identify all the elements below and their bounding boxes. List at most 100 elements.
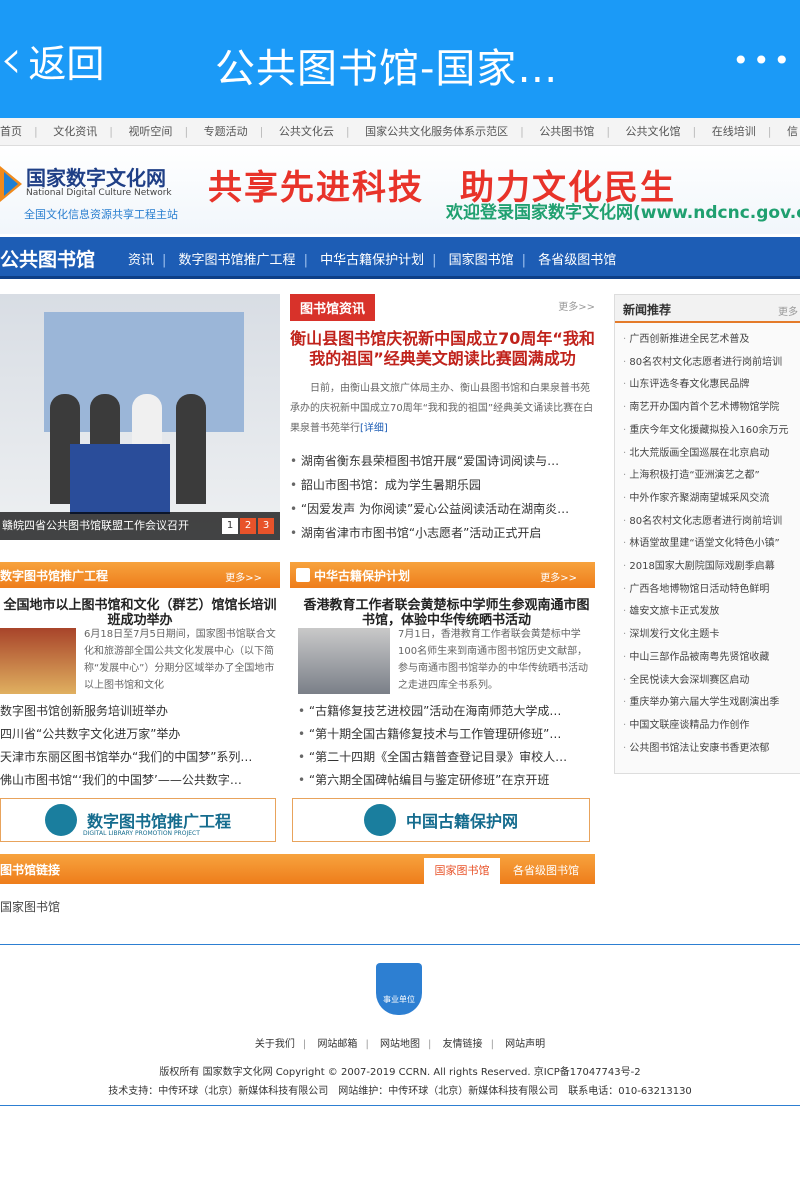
list-item[interactable]: 林语堂故里建“语堂文化特色小镇” <box>615 533 800 556</box>
copyright: 版权所有 国家数字文化网 Copyright © 2007-2019 CCRN.… <box>159 1067 641 1078</box>
list-item[interactable]: 韶山市图书馆：成为学生暑期乐园 <box>290 473 595 497</box>
footer-link-friends[interactable]: 友情链接 <box>443 1039 483 1050</box>
back-button[interactable]: ‹ 返回 <box>0 30 104 90</box>
section-tag: 图书馆资讯 <box>290 294 376 321</box>
sidebar-more[interactable]: 更多 <box>778 303 798 318</box>
slide-dot-2[interactable]: 2 <box>240 518 256 534</box>
tab-national-library[interactable]: 国家图书馆 <box>424 858 500 884</box>
thumbnail-image[interactable] <box>298 628 390 694</box>
site-top-nav: 首页 | 文化资讯 | 视听空间 | 专题活动 | 公共文化云 | 国家公共文化服务体系示… <box>0 118 800 146</box>
summary-text: 日前，由衡山县文旅广体局主办、衡山县图书馆和白果泉普书苑承办的庆祝新中国成立70… <box>290 383 594 434</box>
footer-link-email[interactable]: 网站邮箱 <box>317 1039 357 1050</box>
list-item[interactable]: 2018国家大剧院国际戏剧季启幕 <box>615 556 800 579</box>
list-item[interactable]: “第六期全国碑帖编目与鉴定研修班”在京开班 <box>298 769 595 792</box>
promo-label: 中国古籍保护网 <box>405 812 518 831</box>
list-item[interactable]: 上海积极打造“亚洲演艺之都” <box>615 465 800 488</box>
back-label: 返回 <box>28 41 105 86</box>
headline[interactable]: 全国地市以上图书馆和文化（群艺）馆馆长培训班成功举办 <box>0 598 280 628</box>
footer-link-sitemap[interactable]: 网站地图 <box>380 1039 420 1050</box>
list-item[interactable]: 中山三部作品被南粤先贤馆收藏 <box>615 647 800 670</box>
topnav-demo-zone[interactable]: 国家公共文化服务体系示范区 <box>353 118 520 145</box>
list-item[interactable]: 数字图书馆创新服务培训班举办 <box>0 700 280 723</box>
app-bar: ‹ 返回 公共图书馆-国家… ••• <box>0 0 800 118</box>
colnav-ancient-books[interactable]: 中华古籍保护计划 <box>312 253 432 268</box>
tech-support: 技术支持：中传环球（北京）新媒体科技有限公司 网站维护：中传环球（北京）新媒体科… <box>108 1086 692 1097</box>
topnav-training[interactable]: 在线培训 <box>700 118 768 145</box>
list-item[interactable]: 佛山市图书馆“‘我们的中国梦’——公共数字… <box>0 769 280 792</box>
more-dots-icon[interactable]: ••• <box>732 44 794 77</box>
list-item[interactable]: 广西创新推进全民艺术普及 <box>615 329 800 352</box>
topnav-cloud[interactable]: 公共文化云 <box>267 118 346 145</box>
list-item[interactable]: 南艺开办国内首个艺术博物馆学院 <box>615 397 800 420</box>
list-item[interactable]: 中外作家齐聚湖南望城采风交流 <box>615 488 800 511</box>
list-item[interactable]: 重庆今年文化援藏拟投入160余万元 <box>615 420 800 443</box>
list-item[interactable]: 80名农村文化志愿者进行岗前培训 <box>615 352 800 375</box>
banner-welcome: 欢迎登录国家数字文化网(www.ndcnc.gov.cn) <box>446 203 800 223</box>
slide-person <box>176 394 206 504</box>
detail-link[interactable]: [详细] <box>360 423 388 434</box>
slide-dot-1[interactable]: 1 <box>222 518 238 534</box>
section-title: 数字图书馆推广工程 <box>0 569 109 583</box>
topnav-library[interactable]: 公共图书馆 <box>527 118 606 145</box>
link-national-library[interactable]: 国家图书馆 <box>0 898 60 915</box>
list-item[interactable]: 四川省“公共数字文化进万家”举办 <box>0 723 280 746</box>
topnav-more[interactable]: 信 <box>775 118 800 145</box>
page-title: 公共图书馆-国家… <box>215 46 559 92</box>
more-link[interactable]: 更多>> <box>225 569 262 584</box>
book-icon <box>296 568 310 582</box>
list-item[interactable]: 湖南省津市市图书馆“小志愿者”活动正式开启 <box>290 521 595 545</box>
logo-en: National Digital Culture Network <box>26 188 172 198</box>
list-item[interactable]: 山东评选冬春文化惠民品牌 <box>615 374 800 397</box>
colnav-news[interactable]: 资讯 <box>120 253 162 268</box>
headline[interactable]: 香港教育工作者联会黄楚标中学师生参观南通市图书馆，体验中华传统晒书活动 <box>298 598 595 628</box>
list-item[interactable]: “因爱发声 为你阅读”爱心公益阅读活动在湖南炎… <box>290 497 595 521</box>
summary: 7月1日，香港教育工作者联会黄楚标中学100名师生来到南通市图书馆历史文献部，参… <box>398 629 588 691</box>
list-item[interactable]: 雄安文旅卡正式发放 <box>615 601 800 624</box>
list-item[interactable]: 广西各地博物馆日活动特色鲜明 <box>615 579 800 602</box>
institution-badge-icon[interactable]: 事业单位 <box>376 963 422 1015</box>
footer-link-statement[interactable]: 网站声明 <box>505 1039 545 1050</box>
list-item[interactable]: “第二十四期《全国古籍普查登记目录》审校人… <box>298 746 595 769</box>
more-link[interactable]: 更多>> <box>540 569 577 584</box>
list-item[interactable]: 湖南省衡东县荣桓图书馆开展“爱国诗词阅读与… <box>290 449 595 473</box>
list-item[interactable]: 深圳发行文化主题卡 <box>615 624 800 647</box>
seal-icon <box>44 804 77 836</box>
topnav-news[interactable]: 文化资讯 <box>41 118 109 145</box>
list-item[interactable]: 公共图书馆法让安康书香更浓郁 <box>615 738 800 761</box>
column-nav: 公共图书馆 资讯 | 数字图书馆推广工程 | 中华古籍保护计划 | 国家图书馆 | 各省… <box>0 237 800 279</box>
slide-dot-3[interactable]: 3 <box>258 518 274 534</box>
colnav-provincial-libraries[interactable]: 各省级图书馆 <box>530 253 624 268</box>
photo-slider[interactable]: 赣皖四省公共图书馆联盟工作会议召开 1 2 3 <box>0 294 280 540</box>
list-item[interactable]: “第十期全国古籍修复技术与工作管理研修班”… <box>298 723 595 746</box>
colnav-digital-library[interactable]: 数字图书馆推广工程 <box>171 253 304 268</box>
section-title: 中华古籍保护计划 <box>314 569 411 583</box>
list-item[interactable]: 中国文联座谈精品力作创作 <box>615 715 800 738</box>
topnav-media[interactable]: 视听空间 <box>116 118 184 145</box>
list-item[interactable]: “古籍修复技艺进校园”活动在海南师范大学成… <box>298 700 595 723</box>
section-title: 图书馆链接 <box>0 863 61 877</box>
promo-sublabel: DIGITAL LIBRARY PROMOTION PROJECT <box>83 830 200 837</box>
list-item[interactable]: 北大荒版画全国巡展在北京启动 <box>615 443 800 466</box>
colnav-national-library[interactable]: 国家图书馆 <box>441 253 522 268</box>
list-item[interactable]: 全民悦读大会深圳赛区启动 <box>615 670 800 693</box>
ancient-books-header: 中华古籍保护计划 更多>> <box>290 562 595 588</box>
more-link[interactable]: 更多>> <box>558 298 595 313</box>
list-item[interactable]: 天津市东丽区图书馆举办“我们的中国梦”系列… <box>0 746 280 769</box>
list-item[interactable]: 重庆举办第六届大学生戏剧演出季 <box>615 692 800 715</box>
topnav-events[interactable]: 专题活动 <box>192 118 260 145</box>
news-recommend-sidebar: 新闻推荐 更多 广西创新推进全民艺术普及 80名农村文化志愿者进行岗前培训 山东… <box>614 294 800 774</box>
list-item[interactable]: 80名农村文化志愿者进行岗前培训 <box>615 511 800 534</box>
footer-link-about[interactable]: 关于我们 <box>255 1039 295 1050</box>
ancient-books-promo[interactable]: 中国古籍保护网 <box>292 798 590 842</box>
topnav-culture-hall[interactable]: 公共文化馆 <box>614 118 693 145</box>
headline[interactable]: 衡山县图书馆庆祝新中国成立70周年“我和我的祖国”经典美文朗读比赛圆满成功 <box>290 329 595 369</box>
slide-flag <box>70 444 170 514</box>
summary: 6月18日至7月5日期间，国家图书馆联合文化和旅游部全国公共文化发展中心（以下简… <box>84 629 276 691</box>
topnav-home[interactable]: 首页 <box>0 118 34 145</box>
logo-cn[interactable]: 国家数字文化网 <box>26 162 166 191</box>
thumbnail-image[interactable] <box>0 628 76 694</box>
digital-library-promo[interactable]: 数字图书馆推广工程 DIGITAL LIBRARY PROMOTION PROJ… <box>0 798 276 842</box>
chevron-left-icon: ‹ <box>0 27 23 92</box>
site-banner: 国家数字文化网 National Digital Culture Network… <box>0 146 800 234</box>
tab-provincial-libraries[interactable]: 各省级图书馆 <box>506 858 586 884</box>
